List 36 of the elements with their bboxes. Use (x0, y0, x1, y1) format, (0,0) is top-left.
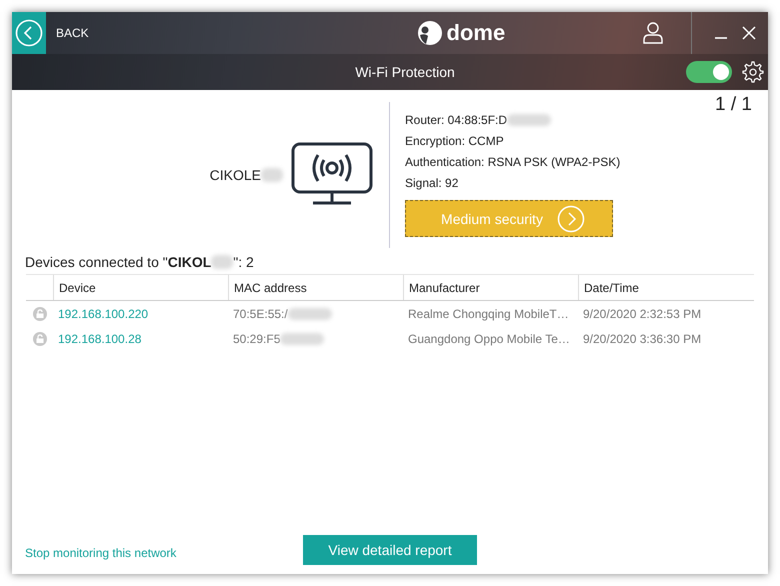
column-header: Date/Time (578, 275, 753, 300)
page-counter: 1 / 1 (715, 94, 752, 116)
settings-icon[interactable] (740, 60, 764, 84)
detail-text: Signal: 92 (405, 176, 458, 190)
back-label[interactable]: BACK (56, 26, 89, 40)
back-button[interactable] (12, 12, 46, 54)
network-name: CIKOLE (210, 167, 261, 183)
detail-text: Router: 04:88:5F:D (405, 113, 508, 127)
device-ip-link[interactable]: 192.168.100.28 (58, 332, 142, 346)
logo-icon (416, 20, 442, 46)
column-header: MAC address (228, 275, 403, 300)
close-icon[interactable] (742, 26, 756, 40)
device-ip-link[interactable]: 192.168.100.220 (58, 306, 148, 320)
lock-icon (32, 306, 46, 320)
table-cell: Realme Chongqing MobileT… (408, 306, 569, 320)
table-cell: Guangdong Oppo Mobile Te… (408, 332, 570, 346)
logo-text: dome (446, 20, 506, 46)
devices-heading-count: ": 2 (233, 254, 254, 270)
detail-text: Encryption: CCMP (405, 134, 504, 148)
user-icon[interactable] (643, 22, 663, 44)
table-cell: 9/20/2020 3:36:30 PM (583, 332, 702, 346)
view-report-button[interactable]: View detailed report (303, 535, 477, 565)
detail-text: Authentication: RSNA PSK (WPA2-PSK) (405, 155, 620, 169)
table-cell: 70:5E:55:/ (233, 306, 288, 320)
table-cell: 9/20/2020 2:32:53 PM (583, 306, 702, 320)
protection-toggle[interactable] (686, 61, 732, 83)
column-header: Device (53, 275, 228, 300)
stop-monitoring-link[interactable]: Stop monitoring this network (25, 546, 303, 560)
devices-heading: Devices connected to "CIKOL (25, 254, 212, 270)
security-level-button[interactable]: Medium security (405, 200, 613, 237)
page-title: Wi-Fi Protection (354, 64, 456, 80)
back-icon (15, 19, 43, 47)
chevron-icon (556, 204, 585, 232)
lock-icon (32, 332, 46, 346)
column-header: Manufacturer (403, 275, 578, 300)
table-cell: 50:29:F5 (233, 332, 280, 346)
